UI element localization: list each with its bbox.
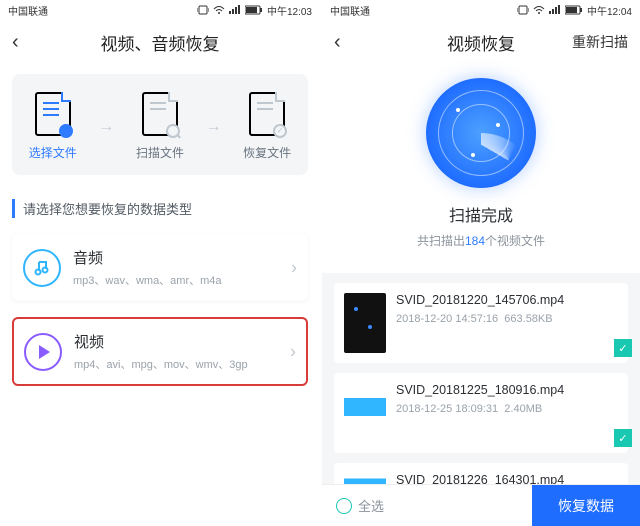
back-icon[interactable]: ‹ xyxy=(334,31,358,54)
type-card-video[interactable]: 视频 mp4、avi、mpg、mov、wmv、3gp › xyxy=(12,317,308,386)
doc-recover-icon: ✓ xyxy=(249,92,285,136)
select-all-toggle[interactable]: 全选 xyxy=(322,496,398,515)
rescan-button[interactable]: 重新扫描 xyxy=(572,32,628,52)
video-thumbnail xyxy=(344,383,386,443)
steps-card: 选择文件 → 扫描文件 → ✓ 恢复文件 xyxy=(12,74,308,175)
carrier-label: 中国联通 xyxy=(330,3,370,18)
battery-icon xyxy=(245,5,263,15)
audio-icon xyxy=(23,249,61,287)
step-select: 选择文件 xyxy=(29,92,77,161)
circle-icon xyxy=(336,498,352,514)
status-bar: 中国联通 中午12:03 xyxy=(0,0,320,20)
select-all-label: 全选 xyxy=(358,496,384,515)
arrow-icon: → xyxy=(98,118,114,136)
step-recover: ✓ 恢复文件 xyxy=(243,92,291,161)
step-label: 扫描文件 xyxy=(136,144,184,161)
wifi-icon xyxy=(213,5,225,15)
signal-icon xyxy=(549,5,561,15)
scan-status: 扫描完成 xyxy=(449,202,513,226)
status-bar: 中国联通 中午12:04 xyxy=(322,0,640,20)
check-icon[interactable]: ✓ xyxy=(614,339,632,357)
bottom-bar: 全选 恢复数据 xyxy=(322,484,640,526)
recover-button[interactable]: 恢复数据 xyxy=(532,485,640,526)
type-title: 音频 xyxy=(73,247,222,268)
battery-icon xyxy=(565,5,583,15)
file-detail: 2018-12-25 18:09:31 2.40MB xyxy=(396,403,564,415)
file-name: SVID_20181225_180916.mp4 xyxy=(396,383,564,397)
doc-select-icon xyxy=(35,92,71,136)
screen-recovery-types: 中国联通 中午12:03 ‹ 视频、音频恢复 选择文件 → 扫描文件 → ✓ 恢… xyxy=(0,0,320,526)
app-header: ‹ 视频恢复 重新扫描 xyxy=(322,20,640,64)
type-title: 视频 xyxy=(74,331,248,352)
status-time: 中午12:04 xyxy=(587,3,632,18)
step-label: 选择文件 xyxy=(29,144,77,161)
section-label: 请选择您想要恢复的数据类型 xyxy=(12,199,308,218)
signal-icon xyxy=(229,5,241,15)
vibrate-icon xyxy=(517,5,529,15)
back-icon[interactable]: ‹ xyxy=(12,31,36,54)
chevron-right-icon: › xyxy=(290,341,296,362)
page-title: 视频、音频恢复 xyxy=(0,30,320,55)
arrow-icon: → xyxy=(206,118,222,136)
screen-scan-results: 中国联通 中午12:04 ‹ 视频恢复 重新扫描 扫描完成 共扫描出184个视频… xyxy=(320,0,640,526)
video-icon xyxy=(24,333,62,371)
step-scan: 扫描文件 xyxy=(136,92,184,161)
file-detail: 2018-12-20 14:57:16 663.58KB xyxy=(396,313,564,325)
file-item[interactable]: SVID_20181220_145706.mp4 2018-12-20 14:5… xyxy=(334,283,628,363)
file-item[interactable]: SVID_20181225_180916.mp4 2018-12-25 18:0… xyxy=(334,373,628,453)
status-time: 中午12:03 xyxy=(267,3,312,18)
type-sub: mp3、wav、wma、amr、m4a xyxy=(73,272,222,288)
file-name: SVID_20181220_145706.mp4 xyxy=(396,293,564,307)
scan-summary: 扫描完成 共扫描出184个视频文件 xyxy=(322,64,640,259)
vibrate-icon xyxy=(197,5,209,15)
type-card-audio[interactable]: 音频 mp3、wav、wma、amr、m4a › xyxy=(12,234,308,301)
radar-icon xyxy=(426,78,536,188)
step-label: 恢复文件 xyxy=(243,144,291,161)
type-sub: mp4、avi、mpg、mov、wmv、3gp xyxy=(74,356,248,372)
check-icon[interactable]: ✓ xyxy=(614,429,632,447)
wifi-icon xyxy=(533,5,545,15)
doc-scan-icon xyxy=(142,92,178,136)
carrier-label: 中国联通 xyxy=(8,3,48,18)
video-thumbnail xyxy=(344,293,386,353)
app-header: ‹ 视频、音频恢复 xyxy=(0,20,320,64)
scan-count: 共扫描出184个视频文件 xyxy=(417,232,545,249)
chevron-right-icon: › xyxy=(291,257,297,278)
